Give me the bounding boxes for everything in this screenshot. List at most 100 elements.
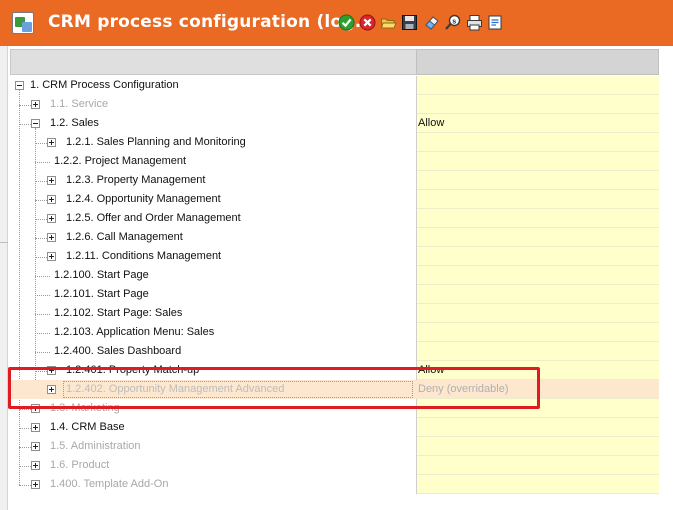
value-column-header[interactable] [416, 49, 659, 75]
tree-row[interactable]: 1.5. Administration [10, 437, 417, 456]
tree-node-label[interactable]: 1.2.400. Sales Dashboard [54, 345, 181, 358]
permission-value-cell[interactable] [417, 247, 659, 266]
tree-row[interactable]: 1.2.4. Opportunity Management [10, 190, 417, 209]
tree-row[interactable]: 1.2.103. Application Menu: Sales [10, 323, 417, 342]
tree-node-label[interactable]: 1.4. CRM Base [50, 421, 125, 434]
right-edge [659, 46, 673, 510]
expand-toggle-icon[interactable] [31, 480, 40, 489]
expand-toggle-icon[interactable] [31, 442, 40, 451]
tree-node-label[interactable]: 1.2.102. Start Page: Sales [54, 307, 182, 320]
tree-row[interactable]: 1.400. Template Add-On [10, 475, 417, 494]
tree-row[interactable]: 1.2.3. Property Management [10, 171, 417, 190]
collapse-toggle-icon[interactable] [15, 81, 24, 90]
permission-value-cell[interactable] [417, 304, 659, 323]
permission-value-cell[interactable] [417, 190, 659, 209]
window-title: CRM process configuration (log... [48, 12, 375, 32]
tree-node-label[interactable]: 1.2.2. Project Management [54, 155, 186, 168]
permission-value-cell[interactable] [417, 133, 659, 152]
grid-header [10, 49, 659, 75]
svg-text:s: s [452, 18, 456, 25]
tree-node-label[interactable]: 1.2.100. Start Page [54, 269, 149, 282]
tree-node-label[interactable]: 1.6. Product [50, 459, 109, 472]
tree-row[interactable]: 1.2.5. Offer and Order Management [10, 209, 417, 228]
collapse-toggle-icon[interactable] [31, 119, 40, 128]
tree-node-label[interactable]: 1.2.4. Opportunity Management [66, 193, 221, 206]
tree-row[interactable]: 1.2.11. Conditions Management [10, 247, 417, 266]
tree-node-label[interactable]: 1.2.402. Opportunity Management Advanced [66, 383, 284, 396]
tree-row[interactable]: 1.2.1. Sales Planning and Monitoring [10, 133, 417, 152]
permission-value-cell[interactable] [417, 152, 659, 171]
tree-node-label[interactable]: 1.3. Marketing [50, 402, 120, 415]
permission-value-cell[interactable] [417, 209, 659, 228]
eraser-icon[interactable] [423, 14, 440, 31]
permission-value-cell[interactable]: Allow [417, 361, 659, 380]
tree-node-label[interactable]: 1.1. Service [50, 98, 108, 111]
permission-value-cell[interactable] [417, 437, 659, 456]
expand-toggle-icon[interactable] [47, 195, 56, 204]
permission-tree: 1. CRM Process Configuration 1.1. Service… [10, 76, 417, 494]
expand-toggle-icon[interactable] [31, 461, 40, 470]
app-icon [12, 12, 34, 34]
permission-value-cell[interactable] [417, 266, 659, 285]
tree-node-label[interactable]: 1. CRM Process Configuration [30, 79, 179, 92]
permission-value-cell[interactable] [417, 76, 659, 95]
permission-value-cell[interactable] [417, 285, 659, 304]
permission-value-cell[interactable] [417, 323, 659, 342]
permission-value-cell[interactable] [417, 228, 659, 247]
tree-row[interactable]: 1.3. Marketing [10, 399, 417, 418]
permission-value-cell[interactable] [417, 418, 659, 437]
expand-toggle-icon[interactable] [47, 176, 56, 185]
left-panel-edge [0, 46, 8, 510]
tree-node-label[interactable]: 1.2.11. Conditions Management [66, 250, 221, 263]
tree-row[interactable]: 1.2.401. Property Match-up [10, 361, 417, 380]
tree-row[interactable]: 1.2. Sales [10, 114, 417, 133]
permission-value-cell[interactable] [417, 475, 659, 494]
tree-row[interactable]: 1.2.100. Start Page [10, 266, 417, 285]
tree-row[interactable]: 1. CRM Process Configuration [10, 76, 417, 95]
tree-node-label[interactable]: 1.2.1. Sales Planning and Monitoring [66, 136, 246, 149]
expand-toggle-icon[interactable] [47, 214, 56, 223]
tree-node-label[interactable]: 1.400. Template Add-On [50, 478, 168, 491]
tree-row[interactable]: 1.2.2. Project Management [10, 152, 417, 171]
permission-value-cell[interactable]: Allow [417, 114, 659, 133]
expand-toggle-icon[interactable] [47, 138, 56, 147]
tree-row[interactable]: 1.4. CRM Base [10, 418, 417, 437]
expand-toggle-icon[interactable] [47, 366, 56, 375]
permission-value-cell[interactable] [417, 342, 659, 361]
tree-column-header[interactable] [10, 49, 416, 75]
tree-node-label[interactable]: 1.2.103. Application Menu: Sales [54, 326, 214, 339]
permission-value-cell[interactable] [417, 399, 659, 418]
tree-node-label[interactable]: 1.2.6. Call Management [66, 231, 183, 244]
tree-node-label[interactable]: 1.2.3. Property Management [66, 174, 205, 187]
permission-value-cell[interactable] [417, 171, 659, 190]
tree-row[interactable]: 1.2.102. Start Page: Sales [10, 304, 417, 323]
permission-value-cell[interactable] [417, 95, 659, 114]
tree-row[interactable]: 1.2.101. Start Page [10, 285, 417, 304]
permission-value-column: Allow Allow Deny (overridable) [417, 76, 659, 494]
expand-toggle-icon[interactable] [31, 100, 40, 109]
tree-node-label[interactable]: 1.5. Administration [50, 440, 141, 453]
tree-node-label[interactable]: 1.2.401. Property Match-up [66, 364, 199, 377]
save-disk-icon[interactable] [401, 14, 418, 31]
ok-check-icon[interactable] [338, 14, 355, 31]
tree-node-label[interactable]: 1.2.101. Start Page [54, 288, 149, 301]
tree-row[interactable]: 1.2.6. Call Management [10, 228, 417, 247]
cancel-x-icon[interactable] [359, 14, 376, 31]
expand-toggle-icon[interactable] [31, 404, 40, 413]
expand-toggle-icon[interactable] [31, 423, 40, 432]
open-folder-icon[interactable] [380, 14, 397, 31]
expand-toggle-icon[interactable] [47, 252, 56, 261]
tree-row[interactable]: 1.2.400. Sales Dashboard [10, 342, 417, 361]
tree-node-label[interactable]: 1.2. Sales [50, 117, 99, 130]
expand-toggle-icon[interactable] [47, 385, 56, 394]
tree-node-label[interactable]: 1.2.5. Offer and Order Management [66, 212, 241, 225]
permission-value-cell[interactable]: Deny (overridable) [417, 380, 659, 399]
export-icon[interactable] [487, 14, 504, 31]
print-icon[interactable] [466, 14, 483, 31]
tree-row[interactable]: 1.2.402. Opportunity Management Advanced [10, 380, 417, 399]
tree-row[interactable]: 1.1. Service [10, 95, 417, 114]
search-s-icon[interactable]: s [444, 14, 461, 31]
tree-row[interactable]: 1.6. Product [10, 456, 417, 475]
expand-toggle-icon[interactable] [47, 233, 56, 242]
permission-value-cell[interactable] [417, 456, 659, 475]
